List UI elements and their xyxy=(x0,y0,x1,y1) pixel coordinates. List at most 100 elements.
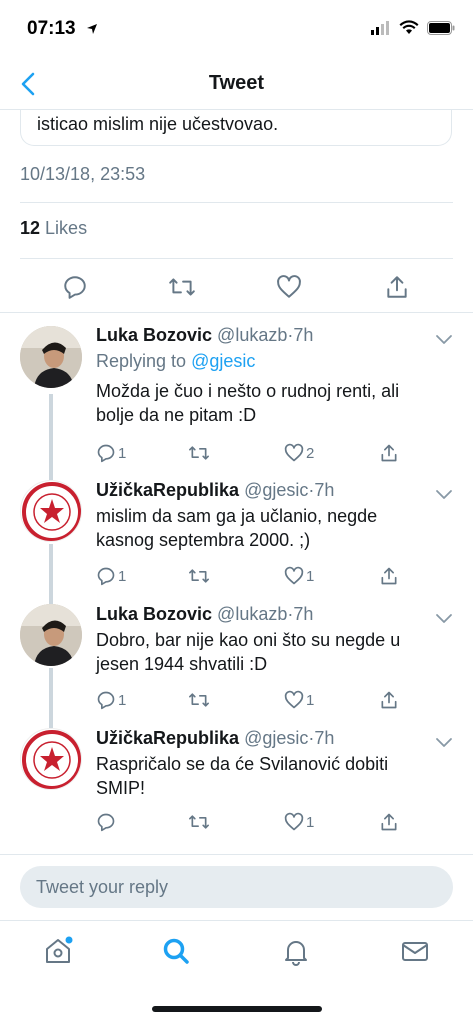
likes-count: 12 xyxy=(20,218,41,238)
author-name[interactable]: Luka Bozovic xyxy=(96,604,212,624)
reply-action-bar: 1 2 xyxy=(96,440,416,466)
chevron-down-icon[interactable] xyxy=(433,731,455,753)
thread-line xyxy=(49,394,53,470)
tab-search[interactable] xyxy=(156,931,196,971)
reply-time: 7h xyxy=(314,480,335,500)
reply-text: mislim da sam ga ja učlanio, negde kasno… xyxy=(96,506,378,550)
retweet-icon xyxy=(188,693,209,707)
reply-tweet[interactable]: Luka Bozovic @lukazb·7h Dobro, bar nije … xyxy=(0,594,473,718)
tab-notifications[interactable] xyxy=(276,931,316,971)
author-handle[interactable]: @lukazb xyxy=(217,604,287,624)
retweet-icon xyxy=(169,278,195,296)
reply-time: 7h xyxy=(293,325,314,345)
reply-action-bar: 1 1 xyxy=(96,563,416,589)
share-button[interactable] xyxy=(379,440,399,466)
reply-text: Dobro, bar nije kao oni što su negde u j… xyxy=(96,630,401,674)
share-button[interactable] xyxy=(380,270,414,304)
quoted-tweet-card[interactable]: isticao mislim nije učestvovao. xyxy=(20,110,452,146)
like-button[interactable]: 1 xyxy=(284,563,314,589)
tweet-timestamp: 10/13/18, 23:53 xyxy=(20,164,146,184)
thread-line xyxy=(49,718,53,728)
reply-action-bar: 1 xyxy=(96,809,416,835)
like-icon xyxy=(284,690,304,709)
like-button[interactable]: 1 xyxy=(284,687,314,713)
chevron-down-icon[interactable] xyxy=(433,483,455,505)
notifications-icon xyxy=(285,941,307,966)
tab-home[interactable] xyxy=(38,931,78,971)
reply-text: Možda je čuo i nešto o rudnoj renti, ali… xyxy=(96,381,400,425)
replying-to-link[interactable]: @gjesic xyxy=(191,351,255,371)
tweet-action-bar xyxy=(0,262,473,310)
reply-action-bar: 1 1 xyxy=(96,687,416,713)
chevron-down-icon[interactable] xyxy=(433,607,455,629)
author-handle[interactable]: @gjesic xyxy=(244,480,308,500)
reply-icon xyxy=(64,276,86,299)
like-icon xyxy=(284,812,304,831)
reply-count: 1 xyxy=(118,444,127,462)
cellular-signal-icon xyxy=(371,20,389,35)
quoted-tweet-text: isticao mislim nije učestvovao. xyxy=(37,114,279,134)
reply-button[interactable] xyxy=(58,270,92,304)
retweet-button[interactable] xyxy=(165,270,199,304)
reply-count: 1 xyxy=(118,691,127,709)
share-icon xyxy=(381,813,397,831)
reply-time: 7h xyxy=(314,728,335,748)
author-name[interactable]: Luka Bozovic xyxy=(96,325,212,345)
reply-count: 1 xyxy=(118,567,127,585)
retweet-icon xyxy=(188,446,209,460)
like-button[interactable]: 2 xyxy=(284,440,314,466)
reply-icon xyxy=(97,444,115,463)
like-button[interactable]: 1 xyxy=(284,809,314,835)
likes-summary[interactable]: 12 Likes xyxy=(20,218,87,239)
thread-line xyxy=(49,668,53,718)
uzicka-republika-logo-icon xyxy=(22,482,81,541)
home-indicator[interactable] xyxy=(152,1006,322,1012)
reply-tweet[interactable]: UžičkaRepublika @gjesic·7h mislim da sam… xyxy=(0,470,473,594)
divider xyxy=(20,258,453,259)
retweet-icon xyxy=(188,569,209,583)
author-handle[interactable]: @gjesic xyxy=(244,728,308,748)
like-button[interactable] xyxy=(272,270,306,304)
author-name[interactable]: UžičkaRepublika xyxy=(96,728,239,748)
status-time: 07:13 xyxy=(27,18,76,39)
reply-button[interactable] xyxy=(96,809,118,835)
reply-time: 7h xyxy=(293,604,314,624)
messages-icon xyxy=(402,942,428,961)
like-count: 1 xyxy=(306,567,315,585)
share-icon xyxy=(381,444,397,462)
share-button[interactable] xyxy=(379,563,399,589)
retweet-button[interactable] xyxy=(188,687,212,713)
reply-input[interactable] xyxy=(20,866,453,908)
reply-tweet[interactable]: Luka Bozovic @lukazb·7h Replying to @gje… xyxy=(0,312,473,470)
reply-tweet[interactable]: UžičkaRepublika @gjesic·7h Raspričalo se… xyxy=(0,718,473,852)
author-handle[interactable]: @lukazb xyxy=(217,325,287,345)
tab-messages[interactable] xyxy=(395,931,435,971)
retweet-button[interactable] xyxy=(188,809,212,835)
likes-label: Likes xyxy=(45,218,88,238)
avatar[interactable] xyxy=(20,326,82,388)
share-icon xyxy=(387,276,407,298)
replying-label: Replying to xyxy=(96,351,187,371)
thread-line xyxy=(49,470,53,480)
avatar[interactable] xyxy=(20,728,82,790)
share-button[interactable] xyxy=(379,809,399,835)
reply-text: Raspričalo se da će Svilanović dobiti SM… xyxy=(96,754,389,798)
home-icon xyxy=(46,936,73,963)
retweet-button[interactable] xyxy=(188,440,212,466)
like-icon xyxy=(277,275,301,298)
reply-button[interactable]: 1 xyxy=(96,440,126,466)
author-name[interactable]: UžičkaRepublika xyxy=(96,480,239,500)
like-count: 1 xyxy=(306,691,315,709)
retweet-button[interactable] xyxy=(188,563,212,589)
avatar[interactable] xyxy=(20,604,82,666)
user-photo-icon xyxy=(20,604,82,666)
chevron-down-icon[interactable] xyxy=(433,328,455,350)
share-button[interactable] xyxy=(379,687,399,713)
reply-button[interactable]: 1 xyxy=(96,687,126,713)
reply-button[interactable]: 1 xyxy=(96,563,126,589)
reply-icon xyxy=(97,567,115,586)
thread-line xyxy=(49,544,53,594)
avatar[interactable] xyxy=(20,480,82,542)
uzicka-republika-logo-icon xyxy=(22,730,81,789)
like-icon xyxy=(284,566,304,585)
